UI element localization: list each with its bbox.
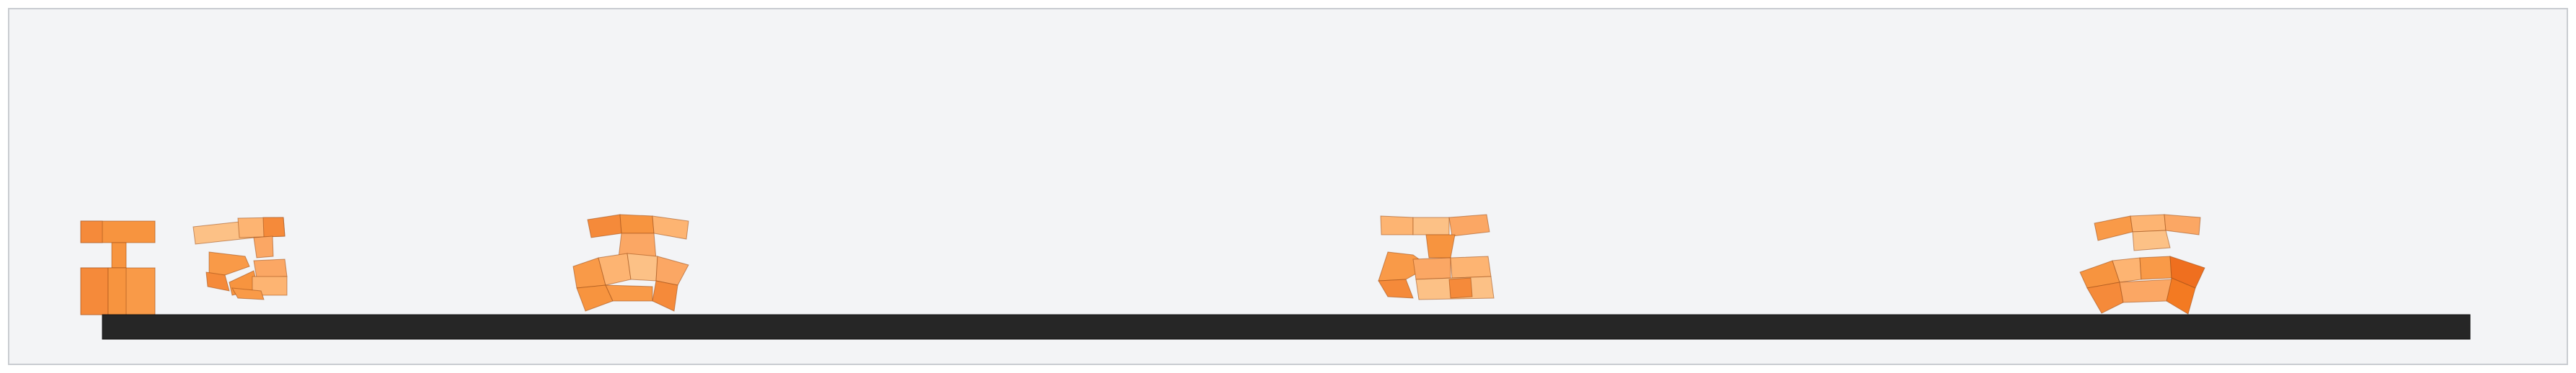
creature-3 <box>572 214 689 312</box>
creature-1-cell-6 <box>107 267 127 315</box>
creature-4-cell-2 <box>1412 217 1450 235</box>
creature-5-cell-2 <box>2130 214 2166 233</box>
creature-5-cell-7 <box>2139 256 2172 280</box>
creature-2-cell-3 <box>262 217 286 238</box>
creature-4-cell-1 <box>1380 215 1414 235</box>
creature-3-cell-2 <box>619 214 655 234</box>
creature-4-cell-8 <box>1450 256 1492 279</box>
creature-4-cell-7 <box>1412 257 1451 280</box>
creature-4-cell-10 <box>1448 277 1473 299</box>
ground-strip <box>102 314 2471 340</box>
creature-5-cell-11 <box>2119 279 2172 303</box>
creature-2-cell-8 <box>253 259 288 279</box>
creature-1-cell-2 <box>80 220 103 243</box>
creature-5-cell-4 <box>2132 230 2171 251</box>
creature-1-cell-5 <box>80 267 109 315</box>
creature-1 <box>80 220 156 315</box>
scene-canvas <box>8 8 2568 365</box>
creature-4-cell-4 <box>1425 234 1456 259</box>
creature-2-cell-4 <box>253 235 274 259</box>
creature-3-cell-11 <box>605 284 653 302</box>
creature-4 <box>1378 214 1495 300</box>
creature-3-cell-7 <box>627 253 658 282</box>
creature-1-cell-3 <box>111 242 127 269</box>
